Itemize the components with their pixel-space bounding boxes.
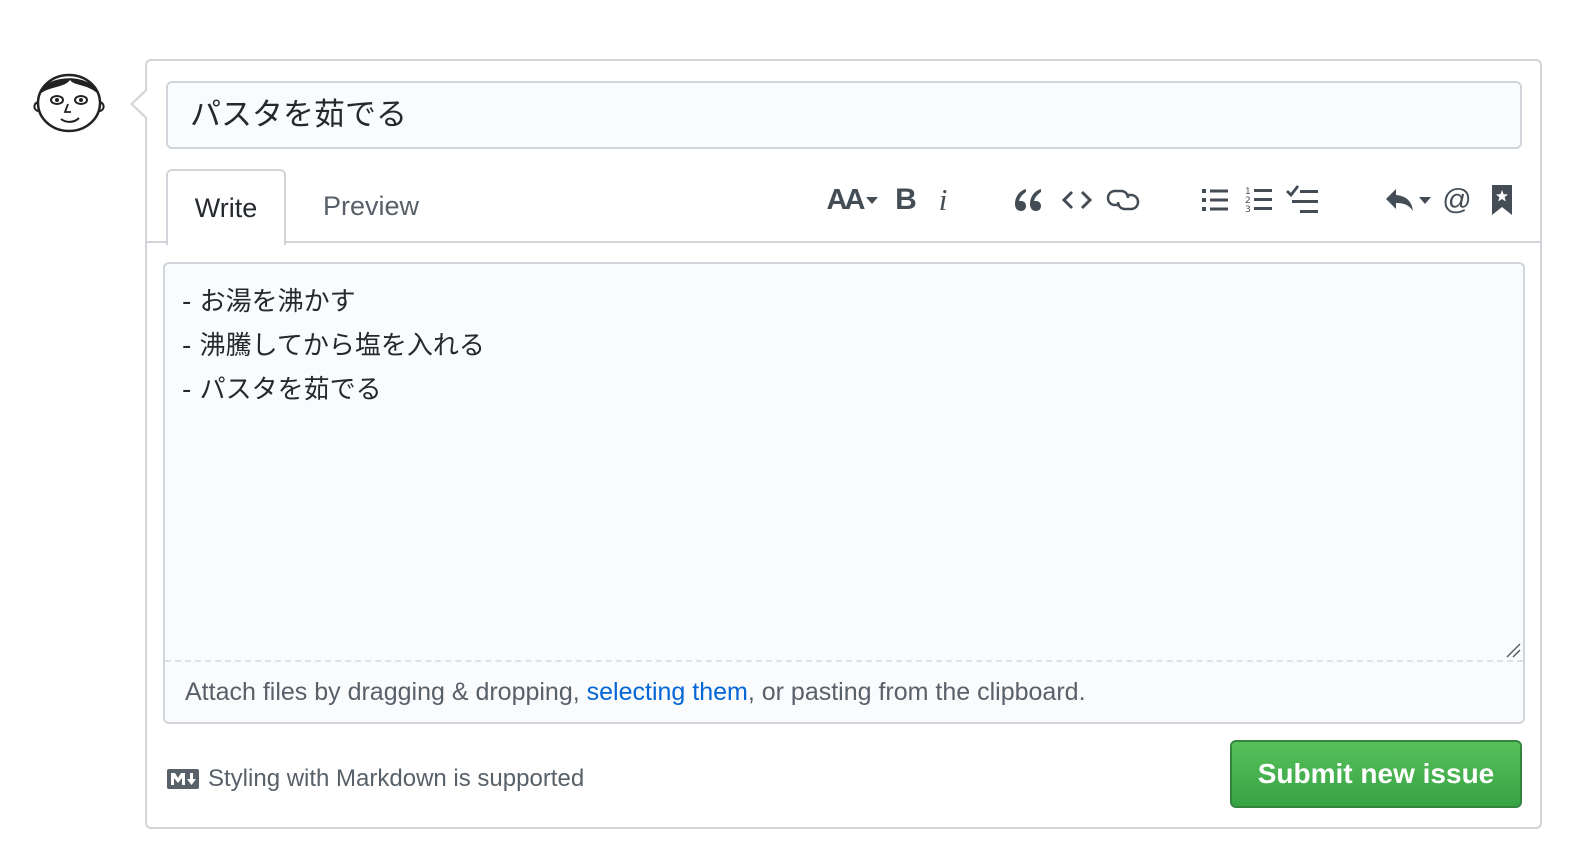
tab-preview[interactable]: Preview: [297, 169, 445, 243]
select-files-link[interactable]: selecting them: [587, 678, 748, 706]
bookmark-icon[interactable]: [1487, 179, 1517, 221]
quote-icon[interactable]: [1011, 179, 1045, 221]
new-issue-form: パスタを茹でる Write Preview AA B i 123 @ - お湯を…: [130, 59, 1542, 829]
reply-icon[interactable]: [1383, 179, 1433, 221]
markdown-note-text: Styling with Markdown is supported: [208, 765, 585, 792]
numbered-list-icon[interactable]: 123: [1244, 179, 1274, 221]
issue-body-text[interactable]: - お湯を沸かす - 沸騰してから塩を入れる - パスタを茹でる: [182, 280, 1502, 650]
text-size-glyph: AA: [826, 183, 866, 216]
issue-title-input[interactable]: パスタを茹でる: [166, 81, 1522, 149]
comment-caret-fill: [133, 90, 148, 118]
submit-issue-button[interactable]: Submit new issue: [1230, 740, 1522, 808]
mention-icon[interactable]: @: [1439, 179, 1475, 221]
issue-body-textarea[interactable]: - お湯を沸かす - 沸騰してから塩を入れる - パスタを茹でる Attach …: [163, 262, 1525, 724]
resize-grip-icon[interactable]: [1505, 642, 1521, 658]
task-list-icon[interactable]: [1285, 179, 1321, 221]
markdown-support-note[interactable]: Styling with Markdown is supported: [167, 761, 584, 797]
bold-icon[interactable]: B: [891, 179, 921, 221]
file-attach-area[interactable]: Attach files by dragging & dropping, sel…: [165, 660, 1523, 722]
avatar[interactable]: [30, 66, 108, 136]
text-size-icon[interactable]: AA: [824, 179, 882, 221]
code-icon[interactable]: [1060, 179, 1094, 221]
attach-prefix: Attach files by dragging & dropping,: [185, 678, 587, 706]
attach-suffix: , or pasting from the clipboard.: [747, 678, 1086, 706]
tab-write[interactable]: Write: [166, 169, 286, 245]
italic-icon[interactable]: i: [932, 179, 954, 221]
bulleted-list-icon[interactable]: [1200, 179, 1230, 221]
link-icon[interactable]: [1105, 179, 1141, 221]
svg-text:3: 3: [1245, 205, 1251, 214]
markdown-icon: [167, 769, 199, 789]
